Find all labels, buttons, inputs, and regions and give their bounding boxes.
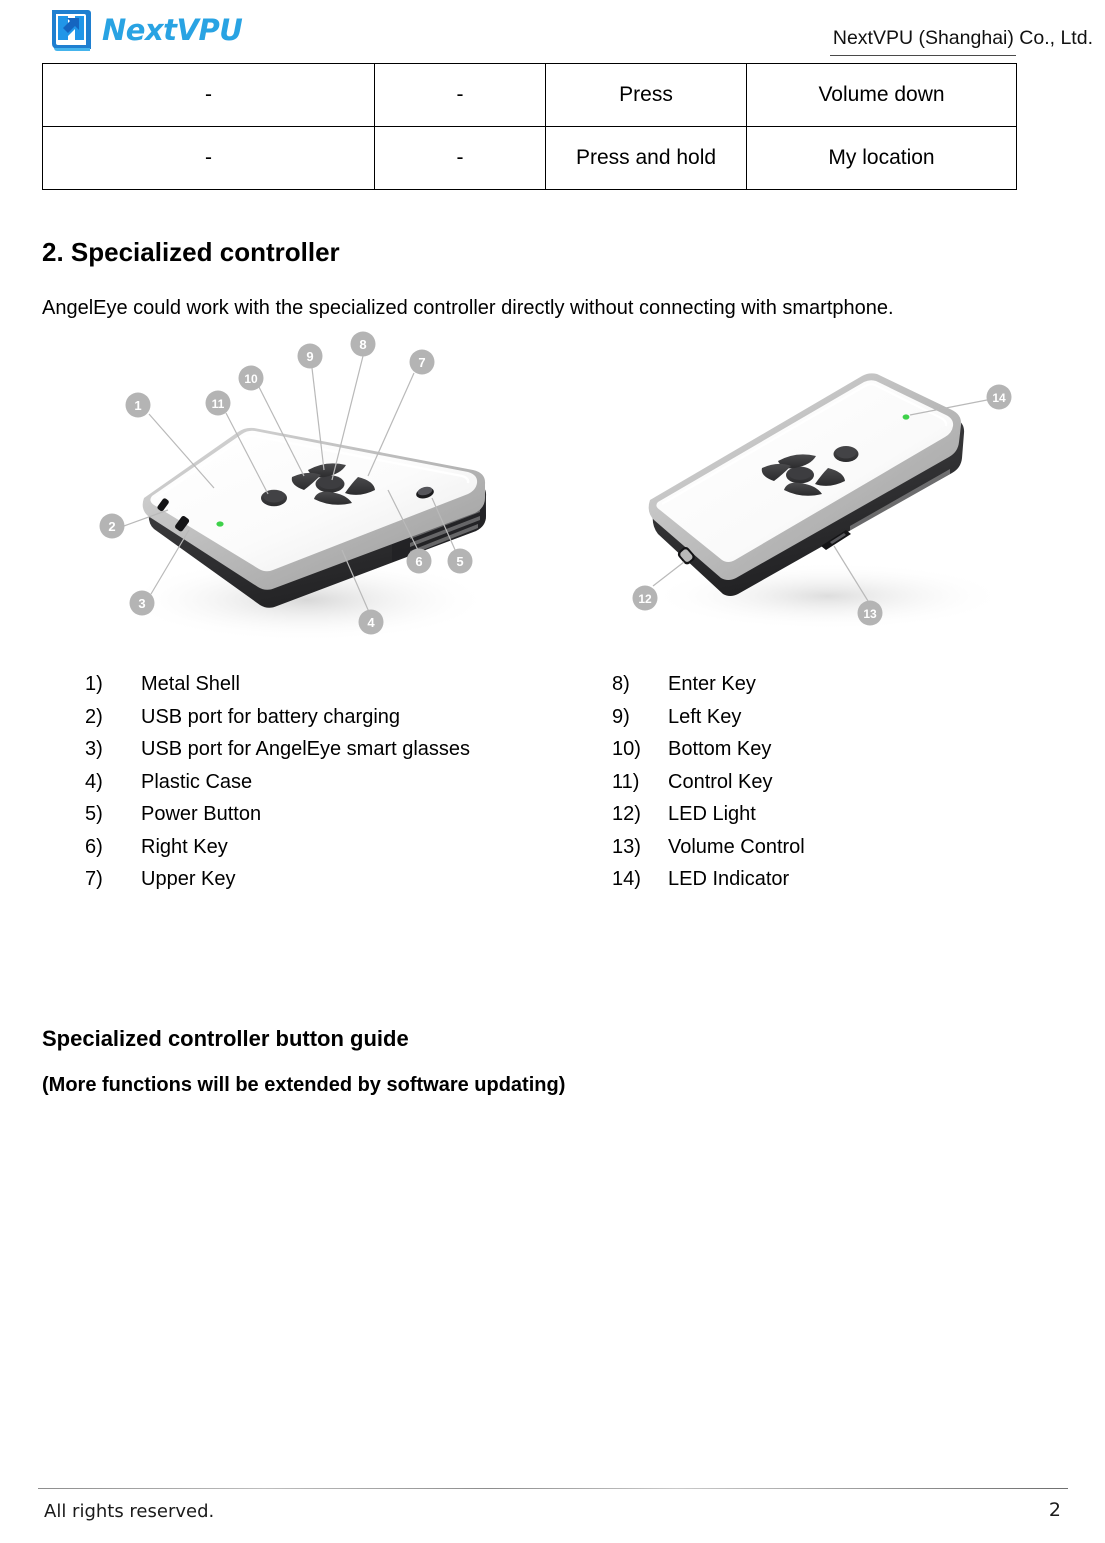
list-item-label: USB port for battery charging bbox=[141, 705, 401, 728]
list-item-number: 2) bbox=[85, 705, 103, 728]
svg-text:3: 3 bbox=[138, 596, 145, 611]
company-name: NextVPU (Shanghai) Co., Ltd. bbox=[832, 27, 1093, 49]
section-heading: 2. Specialized controller bbox=[42, 236, 340, 267]
header-divider bbox=[830, 55, 1016, 56]
list-item: 7) Upper Key bbox=[85, 863, 470, 896]
list-item-number: 10) bbox=[612, 738, 641, 760]
parts-legend-right-column: 8) Enter Key 9) Left Key 10) Bottom Key … bbox=[612, 668, 805, 896]
table-cell-col3: Press and hold bbox=[545, 126, 747, 190]
list-item-label: LED Indicator bbox=[668, 868, 790, 890]
footer-rights-text: All rights reserved. bbox=[44, 1501, 215, 1522]
list-item-number: 9) bbox=[612, 705, 630, 728]
footer-divider bbox=[38, 1488, 1068, 1489]
list-item-label: Bottom Key bbox=[668, 738, 772, 760]
list-item-label: Plastic Case bbox=[141, 770, 253, 793]
list-item: 1) Metal Shell bbox=[85, 668, 470, 701]
figure-band: 1 2 3 4 5 6 7 8 9 10 11 12 13 14 bbox=[0, 325, 1105, 660]
brand-logo: NextVPU bbox=[48, 7, 243, 53]
list-item-label: Upper Key bbox=[141, 868, 236, 890]
guide-heading: Specialized controller button guide bbox=[42, 1026, 409, 1051]
list-item: 10) Bottom Key bbox=[612, 733, 805, 766]
table-cell-col1: - bbox=[42, 126, 375, 190]
list-item: 2) USB port for battery charging bbox=[85, 701, 470, 734]
list-item-number: 5) bbox=[85, 803, 103, 825]
table-row: - - Press and hold My location bbox=[42, 126, 1017, 190]
list-item: 9) Left Key bbox=[612, 701, 805, 734]
svg-text:7: 7 bbox=[418, 355, 425, 370]
list-item-label: LED Light bbox=[668, 803, 756, 825]
svg-text:2: 2 bbox=[108, 519, 115, 534]
table-cell-col1: - bbox=[42, 63, 375, 127]
list-item: 5) Power Button bbox=[85, 798, 470, 831]
page-header: NextVPU NextVPU (Shanghai) Co., Ltd. bbox=[0, 0, 1105, 60]
logo-wordmark: NextVPU bbox=[102, 12, 243, 47]
table-cell-col2: - bbox=[374, 126, 546, 190]
controller-top-view-figure: 1 2 3 4 5 6 7 8 9 10 11 bbox=[92, 330, 512, 650]
svg-text:5: 5 bbox=[456, 554, 463, 569]
list-item-label: Control Key bbox=[668, 770, 773, 793]
guide-note: (More functions will be extended by soft… bbox=[42, 1074, 566, 1096]
list-item-label: Power Button bbox=[141, 803, 262, 825]
list-item-label: Metal Shell bbox=[141, 673, 240, 695]
list-item-number: 6) bbox=[85, 835, 103, 858]
list-item-label: Enter Key bbox=[668, 673, 756, 695]
svg-text:4: 4 bbox=[367, 615, 375, 630]
list-item-number: 11) bbox=[612, 770, 640, 793]
list-item: 13) Volume Control bbox=[612, 831, 805, 864]
parts-legend-left-column: 1) Metal Shell 2) USB port for battery c… bbox=[85, 668, 470, 896]
list-item: 8) Enter Key bbox=[612, 668, 805, 701]
list-item-number: 12) bbox=[612, 803, 641, 825]
svg-text:6: 6 bbox=[415, 554, 422, 569]
svg-text:13: 13 bbox=[863, 607, 877, 621]
controller-side-view-figure: 12 13 14 bbox=[618, 370, 1038, 635]
list-item: 14) LED Indicator bbox=[612, 863, 805, 896]
svg-text:11: 11 bbox=[212, 397, 225, 411]
list-item-number: 14) bbox=[612, 868, 641, 890]
list-item-number: 7) bbox=[85, 868, 103, 890]
list-item-number: 13) bbox=[612, 835, 641, 858]
svg-text:1: 1 bbox=[134, 398, 141, 413]
svg-text:10: 10 bbox=[244, 372, 258, 386]
section-intro-text: AngelEye could work with the specialized… bbox=[42, 297, 894, 319]
list-item-label: Right Key bbox=[141, 835, 228, 858]
list-item-label: Volume Control bbox=[668, 835, 805, 858]
table-cell-col4: My location bbox=[746, 126, 1017, 190]
page-number: 2 bbox=[1048, 1499, 1061, 1521]
svg-text:12: 12 bbox=[638, 592, 652, 606]
list-item-number: 4) bbox=[85, 770, 103, 793]
svg-text:14: 14 bbox=[992, 391, 1006, 405]
svg-text:8: 8 bbox=[359, 337, 366, 352]
list-item-label: USB port for AngelEye smart glasses bbox=[141, 738, 471, 760]
table-cell-col3: Press bbox=[545, 63, 747, 127]
list-item: 3) USB port for AngelEye smart glasses bbox=[85, 733, 470, 766]
list-item-number: 3) bbox=[85, 738, 103, 760]
list-item-number: 1) bbox=[85, 673, 103, 695]
list-item-number: 8) bbox=[612, 673, 630, 695]
table-row: - - Press Volume down bbox=[42, 63, 1017, 127]
page-footer: All rights reserved. 2 bbox=[0, 1488, 1105, 1543]
list-item-label: Left Key bbox=[668, 705, 742, 728]
table-cell-col2: - bbox=[374, 63, 546, 127]
list-item: 11) Control Key bbox=[612, 766, 805, 799]
table-cell-col4: Volume down bbox=[746, 63, 1017, 127]
nextvpu-logo-icon bbox=[48, 7, 94, 53]
svg-text:9: 9 bbox=[306, 349, 313, 364]
list-item: 6) Right Key bbox=[85, 831, 470, 864]
list-item: 4) Plastic Case bbox=[85, 766, 470, 799]
list-item: 12) LED Light bbox=[612, 798, 805, 831]
button-function-table: - - Press Volume down - - Press and hold… bbox=[42, 63, 1017, 190]
